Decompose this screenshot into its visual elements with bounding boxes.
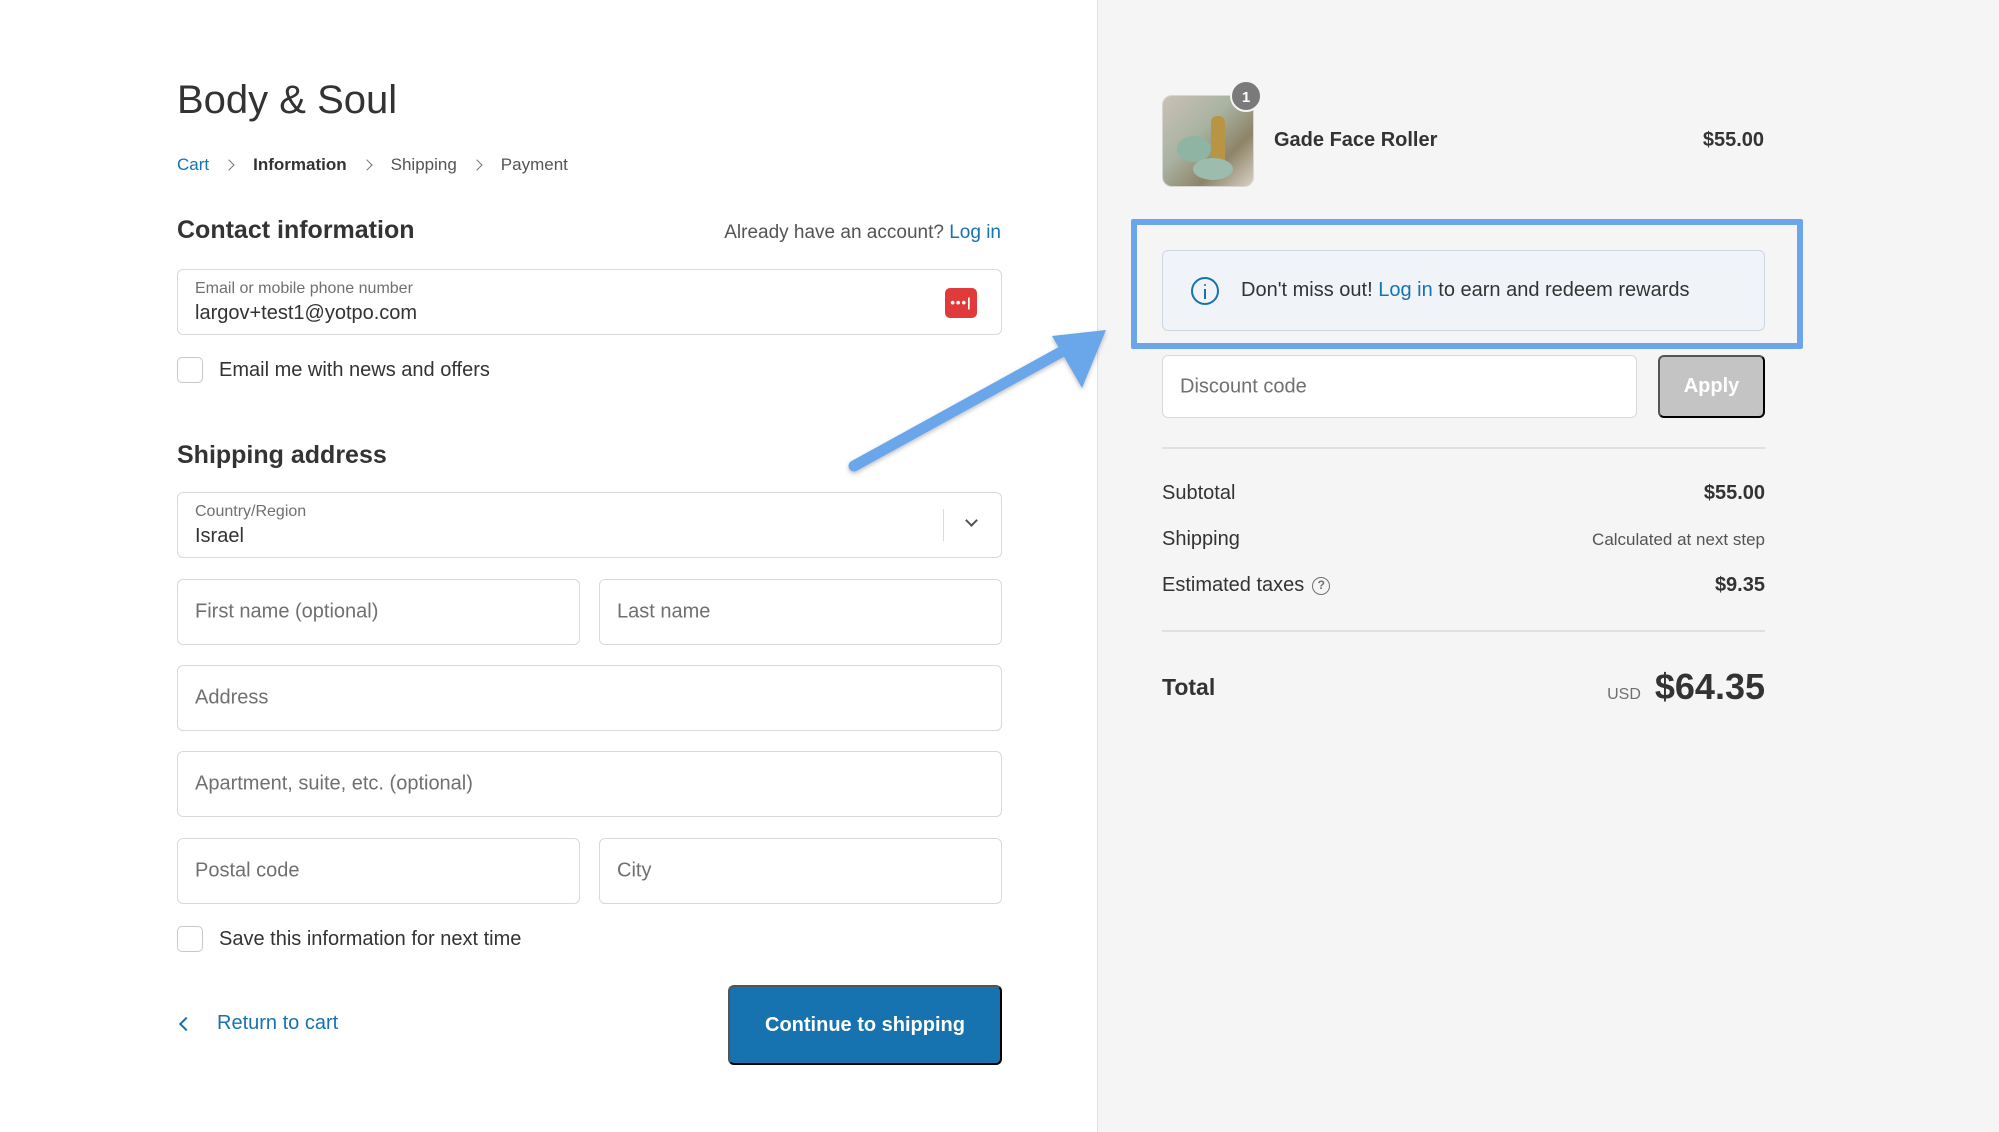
- chevron-right-icon: [360, 159, 373, 171]
- country-select[interactable]: Country/Region Israel: [177, 492, 1002, 558]
- select-divider: [943, 509, 944, 541]
- newsletter-label: Email me with news and offers: [219, 358, 490, 381]
- product-name: Gade Face Roller: [1274, 129, 1438, 151]
- apartment-placeholder: Apartment, suite, etc. (optional): [195, 772, 473, 795]
- subtotal-label: Subtotal: [1162, 482, 1236, 504]
- chevron-down-icon: [965, 514, 978, 527]
- address-input[interactable]: Address: [177, 665, 1002, 731]
- total-row: Total USD $64.35: [1162, 666, 1765, 708]
- breadcrumb: Cart Information Shipping Payment: [177, 155, 568, 175]
- breadcrumb-payment: Payment: [500, 155, 568, 174]
- country-select-value: Israel: [195, 525, 244, 547]
- contact-section-title: Contact information: [177, 216, 415, 244]
- continue-to-shipping-button[interactable]: Continue to shipping: [728, 985, 1002, 1065]
- apply-discount-button[interactable]: Apply: [1658, 355, 1765, 418]
- email-field-label: Email or mobile phone number: [195, 280, 413, 297]
- annotation-arrow: [848, 330, 1106, 472]
- city-placeholder: City: [617, 859, 652, 882]
- store-title: Body & Soul: [177, 78, 398, 122]
- summary-divider: [1162, 630, 1765, 632]
- taxes-label: Estimated taxes: [1162, 574, 1305, 596]
- taxes-value: $9.35: [1714, 574, 1765, 596]
- chevron-right-icon: [223, 159, 235, 171]
- first-name-input[interactable]: First name (optional): [177, 579, 580, 645]
- breadcrumb-information: Information: [253, 155, 347, 174]
- quantity-badge: 1: [1230, 80, 1262, 112]
- account-prompt-text: Already have an account?: [724, 222, 944, 243]
- postal-code-input[interactable]: Postal code: [177, 838, 580, 904]
- newsletter-checkbox-row[interactable]: Email me with news and offers: [177, 357, 490, 383]
- total-amount: $64.35: [1654, 666, 1765, 707]
- return-to-cart-label: Return to cart: [217, 1012, 339, 1034]
- subtotal-value: $55.00: [1703, 482, 1765, 504]
- shipping-section-title: Shipping address: [177, 441, 387, 469]
- account-prompt: Already have an account? Log in: [601, 222, 1001, 244]
- email-field-value: largov+test1@yotpo.com: [195, 302, 418, 324]
- checkout-form-panel: Body & Soul Cart Information Shipping Pa…: [0, 0, 1097, 1132]
- total-amount-wrap: USD $64.35: [1607, 666, 1765, 708]
- breadcrumb-shipping: Shipping: [390, 155, 457, 174]
- return-to-cart-link[interactable]: Return to cart: [177, 1012, 338, 1035]
- apartment-input[interactable]: Apartment, suite, etc. (optional): [177, 751, 1002, 817]
- currency-code: USD: [1607, 686, 1641, 703]
- chevron-right-icon: [471, 159, 483, 171]
- first-name-placeholder: First name (optional): [195, 600, 379, 623]
- city-input[interactable]: City: [599, 838, 1002, 904]
- login-link[interactable]: Log in: [949, 222, 1001, 243]
- annotation-highlight-box: [1131, 219, 1803, 349]
- discount-code-placeholder: Discount code: [1180, 375, 1307, 397]
- taxes-row: Estimated taxes? $9.35: [1162, 574, 1765, 597]
- save-info-checkbox-row[interactable]: Save this information for next time: [177, 926, 521, 952]
- password-manager-icon[interactable]: •••|: [945, 288, 977, 318]
- taxes-label-wrap: Estimated taxes?: [1162, 574, 1331, 597]
- summary-divider: [1162, 447, 1765, 449]
- discount-code-input[interactable]: Discount code: [1162, 355, 1637, 418]
- breadcrumb-cart[interactable]: Cart: [177, 155, 209, 175]
- product-image-detail: [1193, 158, 1233, 180]
- last-name-placeholder: Last name: [617, 600, 711, 623]
- country-select-label: Country/Region: [195, 503, 307, 520]
- question-icon[interactable]: ?: [1312, 576, 1331, 595]
- save-info-label: Save this information for next time: [219, 927, 522, 950]
- shipping-label: Shipping: [1162, 528, 1240, 550]
- address-placeholder: Address: [195, 686, 269, 709]
- shipping-row: Shipping Calculated at next step: [1162, 528, 1765, 551]
- postal-code-placeholder: Postal code: [195, 859, 300, 882]
- total-label: Total: [1162, 673, 1216, 700]
- subtotal-row: Subtotal $55.00: [1162, 482, 1765, 505]
- newsletter-checkbox[interactable]: [177, 357, 203, 383]
- chevron-left-icon: [178, 1016, 194, 1031]
- save-info-checkbox[interactable]: [177, 926, 203, 952]
- product-price: $55.00: [1702, 129, 1764, 151]
- shipping-value: Calculated at next step: [1592, 529, 1765, 549]
- last-name-input[interactable]: Last name: [599, 579, 1002, 645]
